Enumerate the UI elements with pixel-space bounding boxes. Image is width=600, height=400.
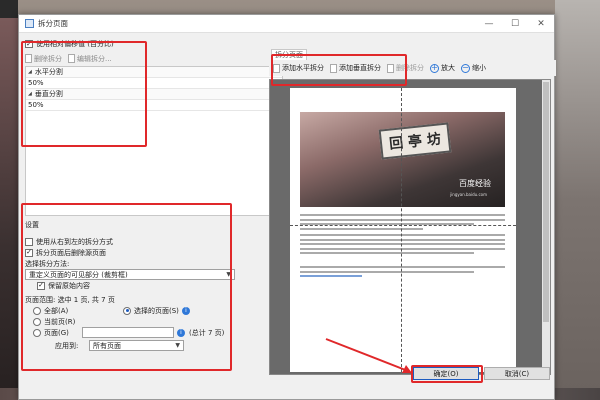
photo-sign: 回 亭 坊 — [378, 122, 452, 160]
watermark-sub: jingyan.baidu.com — [450, 192, 487, 197]
zoom-out-label: 缩小 — [472, 64, 486, 72]
vertical-split-line[interactable] — [401, 88, 402, 372]
watermark: 百度经验 — [459, 179, 491, 188]
page-preview-area[interactable]: 回 亭 坊 百度经验 jingyan.baidu.com — [269, 79, 551, 375]
annotation-box-ok — [411, 365, 483, 383]
window-title: 拆分页面 — [38, 19, 68, 28]
horizontal-split-line[interactable] — [290, 225, 516, 226]
page-photo: 回 亭 坊 百度经验 jingyan.baidu.com — [300, 112, 505, 207]
page-text-block — [300, 214, 505, 232]
maximize-button[interactable]: ☐ — [502, 15, 528, 33]
page-thumbnail: 回 亭 坊 百度经验 jingyan.baidu.com — [290, 88, 516, 372]
close-button[interactable]: ✕ — [528, 15, 554, 33]
page-text-block — [300, 266, 505, 280]
scrollbar-thumb[interactable] — [543, 82, 549, 322]
zoom-in-button[interactable]: + 放大 — [430, 63, 455, 73]
split-pages-dialog: 拆分页面 — ☐ ✕ 使用相对偏移值 (百分比) 删除拆分 编辑拆分... ◢ … — [18, 14, 556, 400]
preview-panel: 拆分页面 添加水平拆分 添加垂直拆分 删除拆分 + 放大 − 缩小 回 亭 坊 … — [269, 49, 556, 379]
zoom-out-button[interactable]: − 缩小 — [461, 63, 486, 73]
background-left — [0, 18, 18, 400]
annotation-box-settings — [21, 203, 232, 371]
plus-icon: + — [430, 63, 439, 73]
zoom-in-label: 放大 — [441, 64, 455, 72]
minus-icon: − — [461, 63, 470, 73]
minimize-button[interactable]: — — [476, 15, 502, 33]
app-icon — [25, 19, 34, 28]
cancel-button[interactable]: 取消(C) — [484, 367, 550, 380]
preview-scrollbar[interactable] — [542, 80, 550, 374]
annotation-box-split-list — [21, 41, 147, 147]
background-right — [555, 0, 600, 400]
title-bar: 拆分页面 — ☐ ✕ — [19, 15, 554, 33]
page-text-block — [300, 234, 505, 257]
annotation-arrow — [325, 338, 412, 373]
annotation-box-split-buttons — [271, 54, 407, 86]
